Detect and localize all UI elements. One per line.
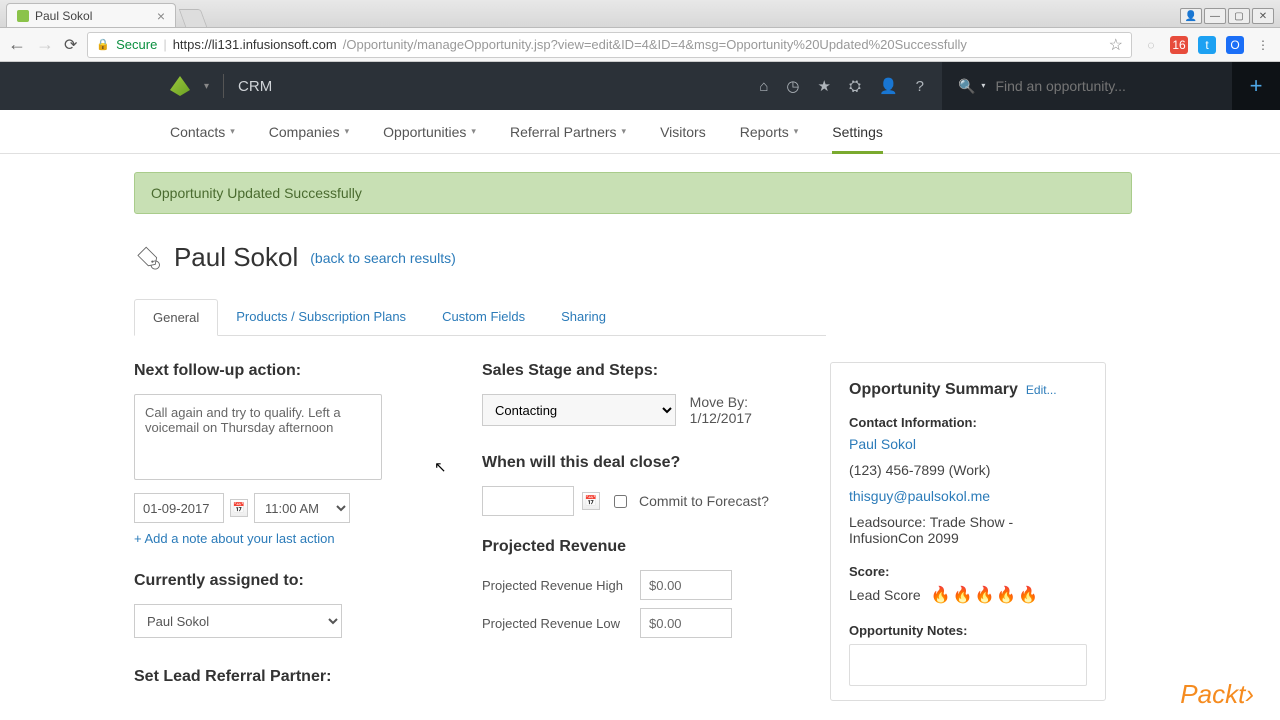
nav-reload-icon[interactable]: ⟳ [64,35,77,55]
nav-contacts[interactable]: Contacts▾ [170,110,235,154]
search-box[interactable]: 🔍 [942,62,1232,110]
window-close-icon[interactable]: ✕ [1252,8,1274,24]
rev-low-input[interactable] [640,608,732,638]
bookmark-star-icon[interactable]: ☆ [1109,35,1123,55]
move-by-label: Move By: 1/12/2017 [690,394,806,426]
followup-time-select[interactable]: 11:00 AM [254,493,350,523]
packt-watermark: Packt› [1180,679,1254,710]
new-tab-button[interactable] [179,9,208,27]
notes-heading: Opportunity Notes: [849,623,1087,638]
close-date-input[interactable] [482,486,574,516]
grid-icon[interactable]: ⛭ [849,78,861,95]
chevron-down-icon: ▾ [345,126,350,137]
add-button[interactable]: + [1232,62,1280,110]
revenue-heading: Projected Revenue [482,538,806,556]
commit-label: Commit to Forecast? [639,493,769,509]
user-icon[interactable]: 👤 [879,77,898,95]
stage-heading: Sales Stage and Steps: [482,362,806,380]
clock-icon[interactable]: ◷ [786,77,799,95]
ext-icon-twitter[interactable]: t [1198,36,1216,54]
window-maximize-icon[interactable]: ▢ [1228,8,1250,24]
rev-high-input[interactable] [640,570,732,600]
chevron-down-icon: ▾ [230,126,235,137]
nav-opportunities[interactable]: Opportunities▾ [383,110,476,154]
summary-edit-link[interactable]: Edit... [1026,383,1057,397]
chevron-down-icon: ▾ [794,126,799,137]
nav-visitors[interactable]: Visitors [660,110,706,154]
contact-email-link[interactable]: thisguy@paulsokol.me [849,488,1087,504]
app-logo-dropdown-icon[interactable]: ▾ [204,81,209,92]
url-host: https://li131.infusionsoft.com [173,37,337,52]
followup-date-input[interactable] [134,493,224,523]
tab-close-icon[interactable]: × [157,8,165,24]
contact-phone: (123) 456-7899 (Work) [849,462,1087,478]
lead-score-label: Lead Score [849,587,921,603]
stage-select[interactable]: Contacting [482,394,676,426]
alert-success: Opportunity Updated Successfully [134,172,1132,214]
search-icon[interactable]: 🔍 [958,78,975,95]
app-name: CRM [238,78,272,95]
tab-title: Paul Sokol [35,9,92,23]
url-path: /Opportunity/manageOpportunity.jsp?view=… [343,37,967,52]
nav-reports[interactable]: Reports▾ [740,110,799,154]
ext-icon-1[interactable]: ◌ [1142,36,1160,54]
commit-checkbox[interactable] [614,495,627,508]
contact-name-link[interactable]: Paul Sokol [849,436,1087,452]
browser-tab[interactable]: Paul Sokol × [6,3,176,27]
tab-favicon [17,10,29,22]
help-icon[interactable]: ? [916,78,924,95]
summary-title: Opportunity Summary [849,381,1018,399]
leadsource: Leadsource: Trade Show - InfusionCon 209… [849,514,1087,546]
tab-custom-fields[interactable]: Custom Fields [424,299,543,335]
summary-box: Opportunity Summary Edit... Contact Info… [830,362,1106,701]
tab-general[interactable]: General [134,299,218,336]
chevron-down-icon: ▾ [471,126,476,137]
secure-label: Secure [116,37,157,52]
flame-icons: 🔥🔥🔥🔥🔥 [931,585,1041,605]
nav-back-icon[interactable]: ← [8,34,26,55]
contact-info-heading: Contact Information: [849,415,1087,430]
ext-icon-cal[interactable]: 16 [1170,36,1188,54]
lock-icon: 🔒 [96,38,110,51]
notes-box[interactable] [849,644,1087,686]
assigned-heading: Currently assigned to: [134,572,458,590]
nav-referral-partners[interactable]: Referral Partners▾ [510,110,626,154]
window-minimize-icon[interactable]: — [1204,8,1226,24]
calendar-icon[interactable]: 📅 [582,492,600,510]
calendar-icon[interactable]: 📅 [230,499,248,517]
home-icon[interactable]: ⌂ [759,78,768,95]
star-icon[interactable]: ★ [818,77,831,95]
close-heading: When will this deal close? [482,454,806,472]
back-to-results-link[interactable]: (back to search results) [310,250,456,266]
score-heading: Score: [849,564,1087,579]
tab-sharing[interactable]: Sharing [543,299,624,335]
rev-high-label: Projected Revenue High [482,578,634,593]
followup-heading: Next follow-up action: [134,362,458,380]
nav-companies[interactable]: Companies▾ [269,110,349,154]
referral-heading: Set Lead Referral Partner: [134,668,458,686]
followup-textarea[interactable]: Call again and try to qualify. Left a vo… [134,394,382,480]
window-user-icon[interactable]: 👤 [1180,8,1202,24]
rev-low-label: Projected Revenue Low [482,616,634,631]
chevron-down-icon: ▾ [622,126,627,137]
address-bar[interactable]: 🔒 Secure | https://li131.infusionsoft.co… [87,32,1132,58]
app-logo-icon[interactable] [170,76,190,96]
page-title: Paul Sokol [174,242,298,273]
tab-products[interactable]: Products / Subscription Plans [218,299,424,335]
nav-settings[interactable]: Settings [832,110,883,154]
nav-forward-icon: → [36,34,54,55]
search-input[interactable] [995,78,1216,94]
tag-icon: 🏷 [135,244,161,272]
chrome-menu-icon[interactable]: ⋮ [1254,36,1272,54]
add-note-link[interactable]: + Add a note about your last action [134,531,458,546]
ext-icon-circle[interactable]: O [1226,36,1244,54]
assigned-select[interactable]: Paul Sokol [134,604,342,638]
